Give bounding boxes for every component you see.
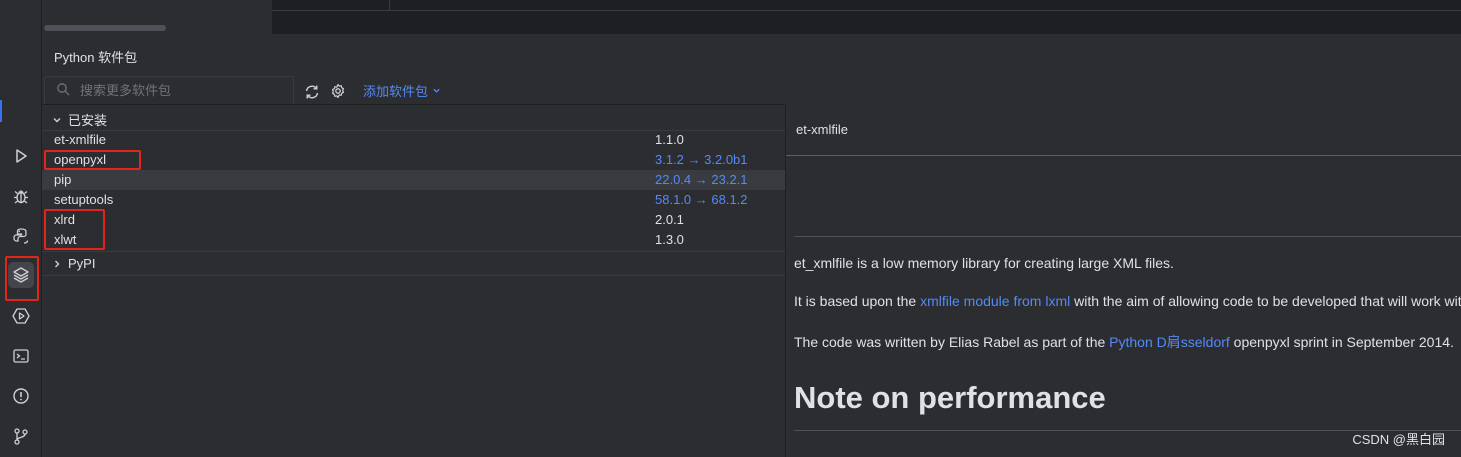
details-heading: Note on performance xyxy=(794,380,1106,415)
refresh-icon[interactable] xyxy=(303,83,321,101)
text: with the aim of allowing code to be deve… xyxy=(1070,293,1461,309)
git-button[interactable] xyxy=(8,423,34,449)
package-name: pip xyxy=(54,172,72,187)
horizontal-scrollbar[interactable] xyxy=(44,25,166,31)
text: openpyxl sprint in September 2014. xyxy=(1229,334,1454,350)
package-version: 1.1.0 xyxy=(655,132,684,147)
services-button[interactable] xyxy=(8,303,34,329)
python-dusseldorf-link[interactable]: Python D肩sseldorf xyxy=(1109,334,1230,350)
text: It is based upon the xyxy=(794,293,921,309)
warning-circle-icon xyxy=(13,388,29,404)
gear-icon[interactable] xyxy=(330,83,346,99)
package-version: 2.0.1 xyxy=(655,212,684,227)
services-icon xyxy=(12,308,30,324)
package-row[interactable]: setuptools 58.1.0 → 68.1.2 xyxy=(42,190,785,210)
tool-window-header xyxy=(42,35,1461,75)
package-row[interactable]: et-xmlfile 1.1.0 xyxy=(42,130,785,150)
python-icon xyxy=(13,228,29,244)
installed-group-header[interactable]: 已安装 xyxy=(52,110,107,129)
package-name: et-xmlfile xyxy=(54,132,107,147)
package-version-update[interactable]: 22.0.4 → 23.2.1 xyxy=(655,172,748,187)
details-title: et-xmlfile xyxy=(796,122,849,137)
xmlfile-link[interactable]: xmlfile module from lxml xyxy=(920,293,1070,309)
annotation-box xyxy=(44,209,105,250)
divider xyxy=(389,0,390,10)
divider xyxy=(794,236,1461,237)
search-icon xyxy=(57,83,70,96)
terminal-icon xyxy=(13,349,29,363)
tool-window-title: Python 软件包 xyxy=(54,50,138,65)
watermark: CSDN @黑白园 xyxy=(1352,432,1445,447)
search-input[interactable] xyxy=(80,80,280,100)
package-row[interactable]: xlwt 1.3.0 xyxy=(42,230,785,250)
package-name: setuptools xyxy=(54,192,114,207)
package-version: 1.3.0 xyxy=(655,232,684,247)
package-list: 已安装 et-xmlfile 1.1.0 openpyxl 3.1.2 → 3.… xyxy=(42,105,786,457)
package-row[interactable]: pip 22.0.4 → 23.2.1 xyxy=(42,170,785,190)
details-paragraph: The code was written by Elias Rabel as p… xyxy=(794,332,1454,352)
divider xyxy=(272,10,1461,11)
text: The code was written by Elias Rabel as p… xyxy=(794,334,1110,350)
annotation-box xyxy=(44,150,141,170)
divider xyxy=(42,251,785,252)
pypi-group-label: PyPI xyxy=(68,256,96,271)
details-paragraph: It is based upon the xmlfile module from… xyxy=(794,293,1461,309)
bug-icon xyxy=(14,190,28,204)
python-console-button[interactable] xyxy=(8,223,34,249)
divider xyxy=(42,275,785,276)
run-button[interactable] xyxy=(8,143,34,169)
package-row[interactable]: xlrd 2.0.1 xyxy=(42,210,785,230)
chevron-down-icon xyxy=(53,117,61,122)
pypi-group-header[interactable]: PyPI xyxy=(52,256,95,271)
chevron-down-icon xyxy=(433,88,440,93)
installed-group-label: 已安装 xyxy=(68,113,108,128)
git-branch-icon xyxy=(14,428,28,445)
annotation-box xyxy=(5,256,39,301)
package-version-update[interactable]: 3.1.2 → 3.2.0b1 xyxy=(655,152,748,167)
divider xyxy=(786,155,1461,156)
details-paragraph: et_xmlfile is a low memory library for c… xyxy=(794,255,1174,271)
run-icon xyxy=(16,149,27,163)
stripe-accent xyxy=(0,100,2,122)
tool-stripe xyxy=(0,0,42,457)
debug-button[interactable] xyxy=(8,183,34,209)
add-package-dropdown[interactable]: 添加软件包 xyxy=(363,81,441,100)
add-package-label: 添加软件包 xyxy=(363,84,429,99)
package-version-update[interactable]: 58.1.0 → 68.1.2 xyxy=(655,192,748,207)
chevron-right-icon xyxy=(55,260,60,267)
package-row[interactable]: openpyxl 3.1.2 → 3.2.0b1 xyxy=(42,150,785,170)
problems-button[interactable] xyxy=(8,383,34,409)
terminal-button[interactable] xyxy=(8,343,34,369)
